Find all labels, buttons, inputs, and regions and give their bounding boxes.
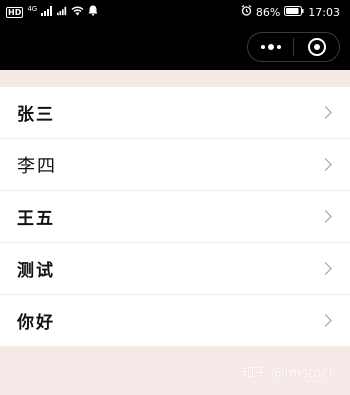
more-button[interactable] [248,33,293,61]
alarm-icon [241,5,252,19]
network-type-label: 4G [27,5,38,14]
close-button[interactable] [294,33,339,61]
list-item-label: 张三 [17,105,55,125]
list-item-label: 李四 [17,155,57,177]
battery-icon [284,5,304,19]
signal-icon-2 [56,6,67,19]
list-item[interactable]: 王五 [0,191,350,243]
status-right: 86% 17:03 [241,5,340,19]
status-left: HD 4G [6,5,98,19]
signal-icon: 4G [27,5,52,19]
contact-list: 张三 李四 王五 测试 你好 [0,87,350,346]
hd-badge: HD [6,6,24,18]
list-item-label: 你好 [17,313,55,333]
chevron-right-icon [319,314,332,327]
chevron-right-icon [319,262,332,275]
wifi-icon [71,6,84,19]
clock-time: 17:03 [308,5,340,19]
mini-program-capsule [247,32,340,62]
status-bar: HD 4G 86% 17:03 [0,0,350,24]
chevron-right-icon [319,106,332,119]
watermark: 知乎 @fmstock [241,366,336,381]
list-item[interactable]: 李四 [0,139,350,191]
list-item[interactable]: 张三 [0,87,350,139]
chevron-right-icon [319,210,332,223]
target-icon [307,38,326,56]
list-item[interactable]: 你好 [0,295,350,346]
nav-header [0,24,350,70]
more-dots-icon [260,44,281,50]
list-item-label: 王五 [17,209,55,229]
list-item[interactable]: 测试 [0,243,350,295]
notification-bell-icon [88,5,98,19]
battery-percent: 86% [255,5,281,19]
chevron-right-icon [319,158,332,171]
list-item-label: 测试 [17,261,55,281]
